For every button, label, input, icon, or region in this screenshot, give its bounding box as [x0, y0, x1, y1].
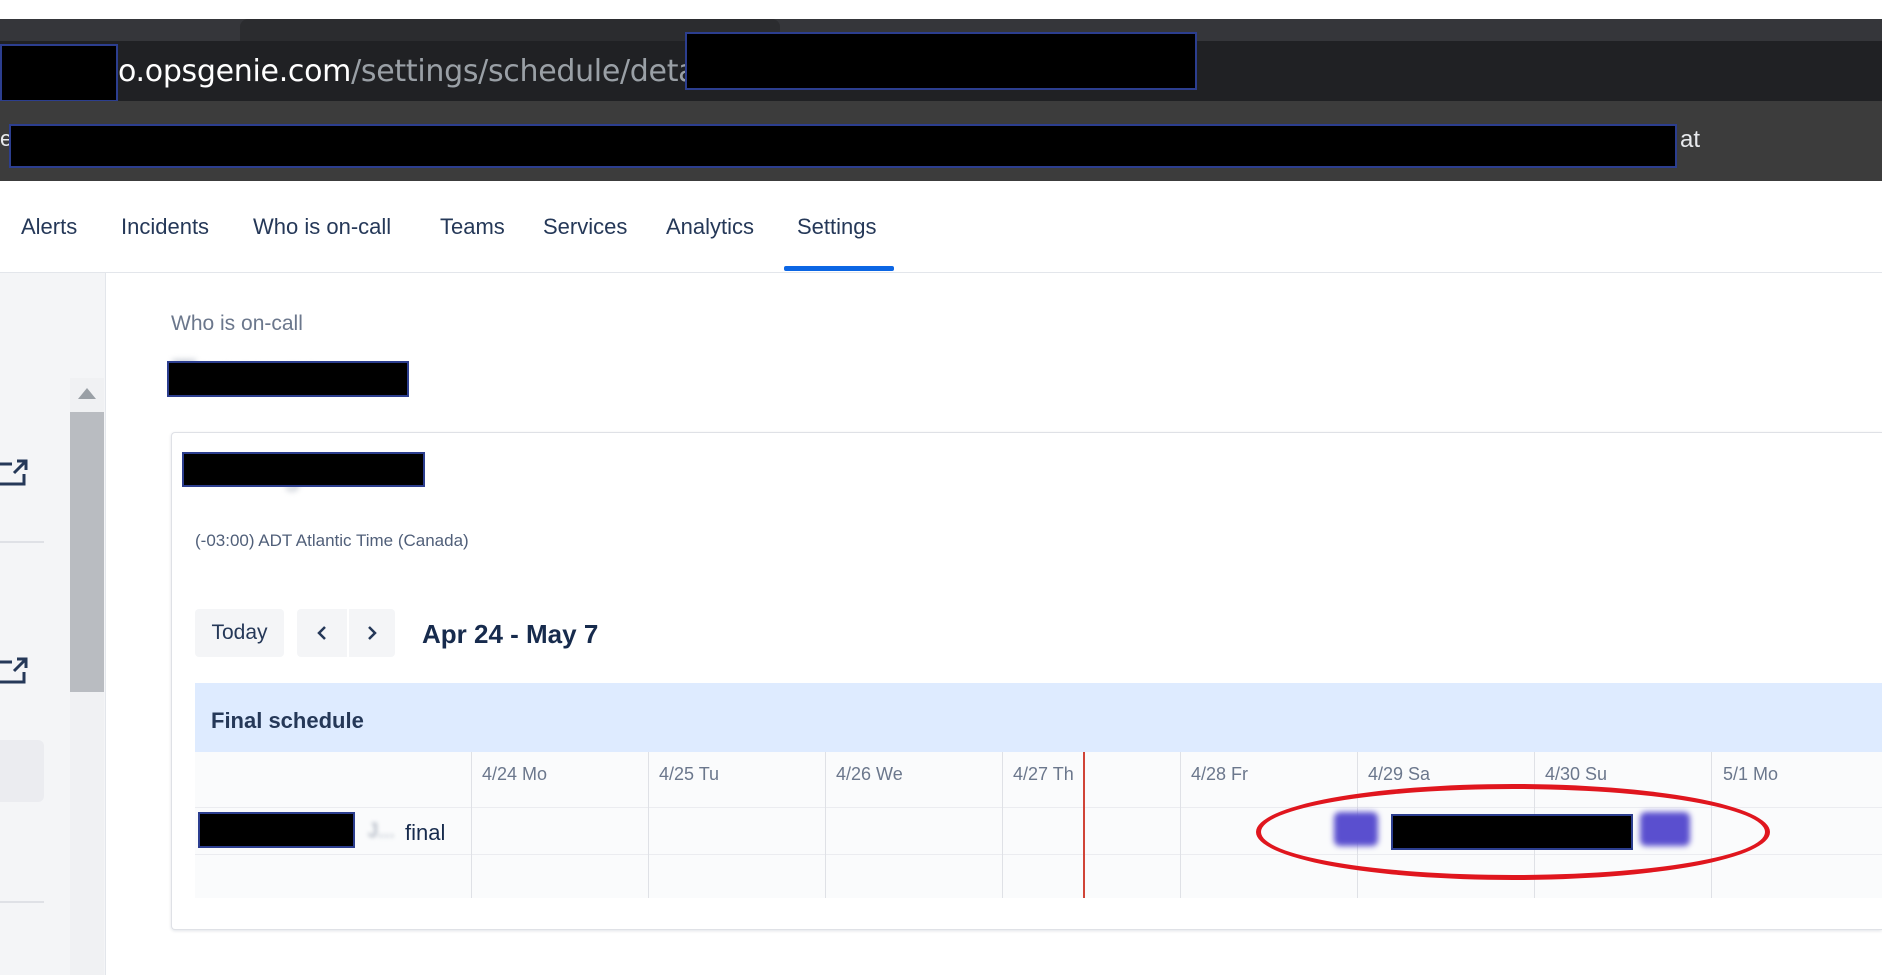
chevron-left-icon [317, 626, 326, 640]
timezone-label: (-03:00) ADT Atlantic Time (Canada) [195, 531, 469, 550]
day-label: 4/28 Fr [1191, 764, 1249, 784]
sidebar-divider [0, 541, 44, 543]
date-range-label: Apr 24 - May 7 [422, 619, 599, 649]
day-label: 5/1 Mo [1723, 764, 1779, 784]
external-link-icon[interactable] [0, 457, 30, 487]
nav-who-is-on-call[interactable]: Who is on-call [253, 214, 391, 240]
current-time-line [1083, 752, 1085, 898]
redaction-box [0, 44, 118, 102]
nav-alerts[interactable]: Alerts [21, 214, 77, 240]
nav-settings[interactable]: Settings [797, 214, 877, 240]
day-label: 4/26 We [836, 764, 903, 784]
nav-incidents[interactable]: Incidents [121, 214, 209, 240]
redaction-box [167, 361, 409, 397]
grid-column-line [471, 752, 472, 898]
nav-services[interactable]: Services [543, 214, 627, 240]
redaction-box [9, 124, 1677, 168]
sidebar-selected-item[interactable] [0, 740, 44, 802]
scroll-up-arrow-icon[interactable] [78, 388, 96, 399]
today-button[interactable]: Today [195, 609, 284, 657]
final-schedule-title: Final schedule [211, 708, 364, 733]
final-schedule-header [195, 683, 1882, 752]
next-button[interactable] [349, 609, 395, 657]
grid-column-line [1002, 752, 1003, 898]
day-label: 4/25 Tu [659, 764, 720, 784]
redaction-box [685, 32, 1197, 90]
annotation-ellipse [1256, 784, 1770, 880]
prev-button[interactable] [297, 609, 347, 657]
sidebar-divider [0, 901, 44, 903]
grid-column-line [825, 752, 826, 898]
chevron-right-icon [368, 626, 377, 640]
nav-analytics[interactable]: Analytics [666, 214, 754, 240]
external-link-icon[interactable] [0, 655, 30, 685]
bookmark-fragment-right[interactable]: at [1680, 126, 1700, 154]
row-name-fragment: J... [368, 820, 395, 842]
grid-column-line [648, 752, 649, 898]
day-label: 4/29 Sa [1368, 764, 1431, 784]
scrollbar-thumb[interactable] [70, 412, 104, 692]
grid-column-line [1180, 752, 1181, 898]
breadcrumb[interactable]: Who is on-call [171, 312, 303, 336]
nav-teams[interactable]: Teams [440, 214, 505, 240]
day-label: 4/27 Th [1013, 764, 1074, 784]
redaction-box [198, 812, 355, 848]
redaction-box [182, 452, 425, 487]
day-label: 4/30 Su [1545, 764, 1608, 784]
nav-active-indicator [784, 266, 894, 271]
url-host: o.opsgenie.com [118, 54, 352, 89]
url-path: /settings/schedule/detail/ [351, 54, 723, 89]
day-label: 4/24 Mo [482, 764, 548, 784]
url-text[interactable]: o.opsgenie.com/settings/schedule/detail/ [118, 54, 722, 89]
row-label: final [405, 820, 446, 845]
